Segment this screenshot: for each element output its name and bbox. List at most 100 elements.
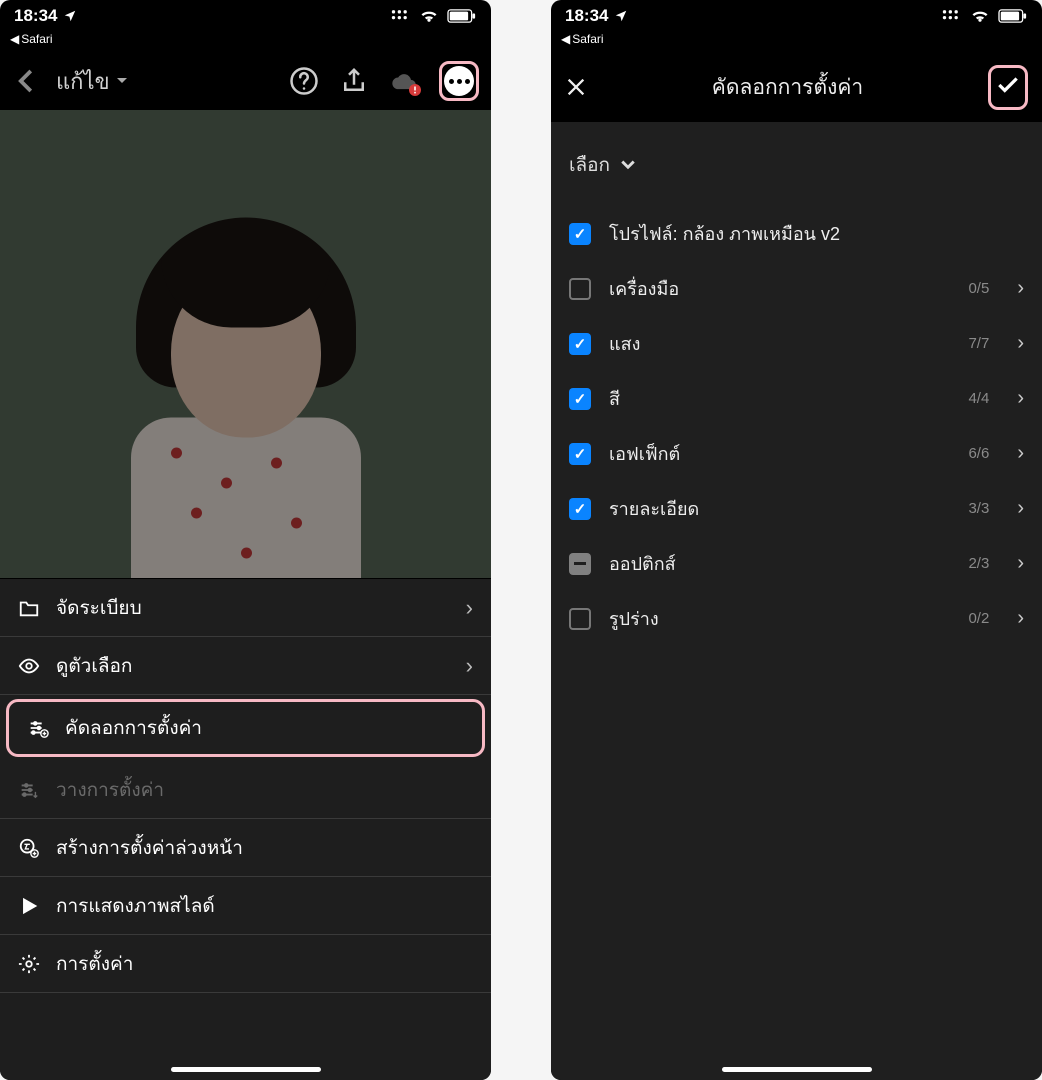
menu-item-label: ดูตัวเลือก — [56, 651, 450, 681]
setting-label: โปรไฟล์: กล้อง ภาพเหมือน v2 — [609, 219, 1024, 248]
checkbox[interactable] — [569, 498, 591, 520]
location-icon — [614, 9, 628, 23]
action-menu: จัดระเบียบ›ดูตัวเลือก›คัดลอกการตั้งค่า›ว… — [0, 578, 491, 1080]
confirm-button[interactable] — [995, 72, 1021, 98]
back-to-safari[interactable]: ◀ Safari — [551, 32, 1042, 52]
chevron-down-icon — [620, 159, 636, 171]
back-to-safari[interactable]: ◀ Safari — [0, 32, 491, 52]
battery-icon — [447, 9, 477, 23]
chevron-right-icon: › — [466, 595, 473, 621]
close-button[interactable] — [565, 76, 587, 98]
eye-icon — [18, 655, 40, 677]
menu-item-4[interactable]: สร้างการตั้งค่าล่วงหน้า› — [0, 819, 491, 877]
chevron-right-icon: › — [1017, 387, 1024, 410]
menu-item-3: วางการตั้งค่า› — [0, 761, 491, 819]
status-bar: 18:34 — [551, 0, 1042, 32]
nav-title-label: แก้ไข — [56, 64, 110, 99]
cloud-icon[interactable] — [389, 66, 419, 96]
setting-count: 6/6 — [968, 445, 989, 462]
chevron-right-icon: › — [1017, 607, 1024, 630]
menu-item-label: วางการตั้งค่า — [56, 775, 473, 805]
setting-row-6[interactable]: ออปติกส์ 2/3 › — [565, 536, 1028, 591]
setting-count: 2/3 — [968, 555, 989, 572]
setting-count: 0/5 — [968, 280, 989, 297]
chevron-right-icon: › — [466, 653, 473, 679]
chevron-right-icon: › — [1017, 442, 1024, 465]
phone-right: 18:34 ◀ Safari คัดลอกการตั้งค่า เลือก โป… — [551, 0, 1042, 1080]
checkbox[interactable] — [569, 278, 591, 300]
setting-label: ออปติกส์ — [609, 549, 950, 578]
nav-bar: คัดลอกการตั้งค่า — [551, 52, 1042, 122]
sliders-plus-icon — [27, 717, 49, 739]
menu-item-label: จัดระเบียบ — [56, 593, 450, 623]
setting-count: 3/3 — [968, 500, 989, 517]
back-app-label: Safari — [21, 32, 52, 46]
menu-item-label: สร้างการตั้งค่าล่วงหน้า — [56, 833, 473, 863]
phone-left: 18:34 ◀ Safari แก้ไข — [0, 0, 491, 1080]
sliders-down-icon — [18, 779, 40, 801]
checkbox[interactable] — [569, 333, 591, 355]
setting-row-4[interactable]: เอฟเฟ็กต์ 6/6 › — [565, 426, 1028, 481]
gear-icon — [18, 953, 40, 975]
setting-count: 7/7 — [968, 335, 989, 352]
folder-icon — [18, 597, 40, 619]
photo-preview — [0, 110, 491, 578]
checkbox[interactable] — [569, 608, 591, 630]
checkbox[interactable] — [569, 388, 591, 410]
back-button[interactable] — [12, 66, 42, 96]
wifi-icon — [970, 8, 990, 24]
dropdown-caret-icon — [116, 76, 128, 86]
home-indicator[interactable] — [171, 1067, 321, 1072]
setting-row-1[interactable]: เครื่องมือ 0/5 › — [565, 261, 1028, 316]
chevron-right-icon: › — [1017, 552, 1024, 575]
menu-item-0[interactable]: จัดระเบียบ › — [0, 579, 491, 637]
back-caret-icon: ◀ — [10, 32, 19, 46]
more-button[interactable] — [444, 66, 474, 96]
setting-count: 4/4 — [968, 390, 989, 407]
chevron-right-icon: › — [1017, 277, 1024, 300]
setting-label: รูปร่าง — [609, 604, 950, 633]
setting-label: เอฟเฟ็กต์ — [609, 439, 950, 468]
setting-label: รายละเอียด — [609, 494, 950, 523]
status-time: 18:34 — [565, 6, 608, 26]
setting-row-0[interactable]: โปรไฟล์: กล้อง ภาพเหมือน v2 — [565, 206, 1028, 261]
back-caret-icon: ◀ — [561, 32, 570, 46]
formula-plus-icon — [18, 837, 40, 859]
wifi-icon — [419, 8, 439, 24]
menu-item-5[interactable]: การแสดงภาพสไลด์› — [0, 877, 491, 935]
grid-icon — [391, 9, 411, 23]
home-indicator[interactable] — [722, 1067, 872, 1072]
menu-item-label: คัดลอกการตั้งค่า — [65, 713, 464, 743]
menu-item-label: การแสดงภาพสไลด์ — [56, 891, 473, 921]
nav-bar: แก้ไข — [0, 52, 491, 110]
checkbox[interactable] — [569, 223, 591, 245]
setting-row-3[interactable]: สี 4/4 › — [565, 371, 1028, 426]
checkbox[interactable] — [569, 553, 591, 575]
setting-row-2[interactable]: แสง7/7› — [565, 316, 1028, 371]
menu-item-label: การตั้งค่า — [56, 949, 473, 979]
setting-label: เครื่องมือ — [609, 274, 950, 303]
select-dropdown[interactable]: เลือก — [565, 142, 1028, 206]
chevron-right-icon: › — [1017, 497, 1024, 520]
setting-label: แสง — [609, 329, 950, 358]
menu-item-2[interactable]: คัดลอกการตั้งค่า› — [6, 699, 485, 757]
more-button-highlight — [439, 61, 479, 101]
battery-icon — [998, 9, 1028, 23]
setting-count: 0/2 — [968, 610, 989, 627]
back-app-label: Safari — [572, 32, 603, 46]
location-icon — [63, 9, 77, 23]
alert-badge-icon — [409, 84, 421, 96]
checkbox[interactable] — [569, 443, 591, 465]
help-icon[interactable] — [289, 66, 319, 96]
menu-item-1[interactable]: ดูตัวเลือก › — [0, 637, 491, 695]
settings-panel: เลือก โปรไฟล์: กล้อง ภาพเหมือน v2 เครื่อง… — [551, 122, 1042, 1080]
setting-row-7[interactable]: รูปร่าง 0/2 › — [565, 591, 1028, 646]
setting-row-5[interactable]: รายละเอียด 3/3 › — [565, 481, 1028, 536]
share-icon[interactable] — [339, 66, 369, 96]
status-bar: 18:34 — [0, 0, 491, 32]
setting-label: สี — [609, 384, 950, 413]
menu-item-6[interactable]: การตั้งค่า› — [0, 935, 491, 993]
select-label: เลือก — [569, 150, 610, 180]
page-title: คัดลอกการตั้งค่า — [587, 71, 988, 104]
nav-title[interactable]: แก้ไข — [56, 64, 128, 99]
